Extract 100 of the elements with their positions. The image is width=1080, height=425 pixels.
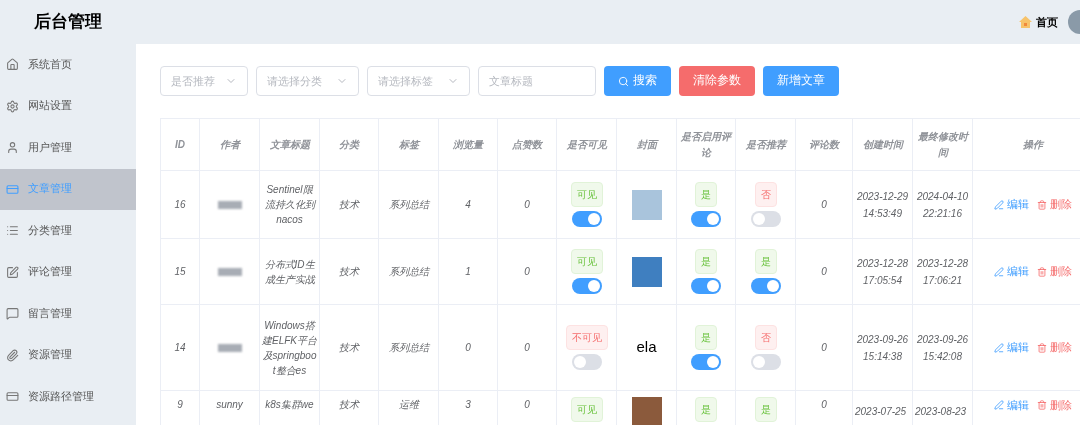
delete-link[interactable]: 删除 — [1036, 263, 1072, 280]
sidebar-item[interactable]: 用户管理 — [0, 127, 136, 169]
column-header: 封面 — [636, 137, 657, 152]
delete-link[interactable]: 删除 — [1036, 397, 1072, 414]
delete-link[interactable]: 删除 — [1036, 339, 1072, 356]
status-tag: 是 — [754, 397, 777, 422]
status-tag: 可见 — [570, 397, 603, 422]
settings-icon — [6, 99, 19, 113]
column-header: 文章标题 — [269, 137, 310, 152]
status-tag: 可见 — [570, 182, 603, 207]
table-cell-text: 系列总结 — [388, 198, 429, 212]
date-text: 15:42:08 — [923, 349, 962, 364]
table-cell-text: 0 — [524, 198, 530, 212]
add-button[interactable]: 新增文章 — [763, 66, 839, 96]
toggle-switch[interactable] — [691, 211, 721, 227]
table-cell-text: 0 — [465, 341, 471, 355]
home-link[interactable]: 首页 — [1036, 13, 1058, 31]
article-title: Windows搭建ELFK平台及springboot整合es — [262, 318, 317, 378]
column-header: 评论数 — [809, 137, 839, 152]
toggle-switch[interactable] — [750, 211, 781, 227]
blurred-author-placeholder — [217, 343, 242, 352]
toggle-switch[interactable] — [571, 211, 602, 227]
delete-link[interactable]: 删除 — [1036, 196, 1072, 213]
app-title: 后台管理 — [33, 11, 103, 34]
card-icon — [6, 182, 19, 196]
cover-logo: ela — [636, 337, 657, 358]
table-cell-text: 1 — [465, 265, 471, 279]
table-cell-text: 0 — [524, 398, 530, 412]
toggle-switch[interactable] — [750, 278, 781, 294]
sidebar-item[interactable]: 文章管理 — [0, 168, 136, 210]
article-title: 分布式ID生成生产实战 — [263, 257, 317, 287]
status-tag: 不可见 — [565, 325, 608, 350]
select-field[interactable]: 请选择分类 — [256, 66, 359, 96]
column-header: 最终修改时间 — [916, 129, 970, 160]
column-header: 是否推荐 — [745, 137, 786, 152]
column-header: 操作 — [1022, 137, 1043, 152]
table-cell-text: 0 — [524, 341, 530, 355]
table-cell-text: 运维 — [398, 398, 419, 412]
column-header: 标签 — [398, 137, 419, 152]
home-icon — [6, 58, 19, 72]
paperclip-icon — [6, 348, 19, 362]
edit-icon — [6, 265, 19, 279]
sidebar-item[interactable]: 留言管理 — [0, 293, 136, 335]
sidebar-item[interactable]: 网站设置 — [0, 85, 136, 127]
edit-link[interactable]: 编辑 — [993, 196, 1029, 213]
search-icon — [618, 75, 629, 87]
table-cell-text: 16 — [174, 198, 186, 212]
date-text: 14:53:49 — [863, 206, 902, 221]
search-field[interactable]: 文章标题 — [478, 66, 596, 96]
sidebar-item[interactable]: 资源管理 — [0, 334, 136, 376]
blurred-author-placeholder — [217, 267, 242, 276]
trash-icon — [1036, 199, 1047, 210]
article-title: k8s集群we — [265, 398, 314, 412]
user-icon — [6, 141, 19, 155]
edit-link[interactable]: 编辑 — [993, 339, 1029, 356]
table-cell-text: 3 — [465, 398, 471, 412]
table-cell-text: 技术 — [339, 341, 359, 355]
column-header: 分类 — [339, 137, 359, 152]
table-cell-text: 9 — [177, 398, 183, 412]
status-tag: 是 — [695, 249, 717, 274]
sidebar-item[interactable]: 系统首页 — [0, 44, 136, 86]
status-tag: 可见 — [570, 249, 603, 274]
table-cell-text: 0 — [821, 341, 827, 355]
edit-link[interactable]: 编辑 — [993, 263, 1029, 280]
date-text: 2023-09-26 — [856, 332, 909, 347]
toggle-switch[interactable] — [571, 278, 602, 294]
date-text: 2024-04-10 — [916, 189, 969, 204]
table-cell-text: 系列总结 — [388, 265, 429, 279]
trash-icon — [1036, 266, 1047, 277]
toggle-switch[interactable] — [750, 354, 781, 370]
search-button[interactable]: 搜索 — [604, 66, 671, 96]
select-field[interactable]: 请选择标签 — [367, 66, 470, 96]
toggle-switch[interactable] — [691, 278, 721, 294]
trash-icon — [1036, 342, 1047, 353]
select-field[interactable]: 是否推荐 — [160, 66, 248, 96]
toggle-switch[interactable] — [691, 354, 721, 370]
status-tag: 是 — [695, 397, 717, 422]
column-header: 创建时间 — [862, 137, 903, 152]
sidebar-item[interactable]: 评论管理 — [0, 251, 136, 293]
edit-link[interactable]: 编辑 — [993, 397, 1029, 414]
table-cell-text: 技术 — [339, 198, 359, 212]
table-cell-text: 0 — [821, 398, 827, 412]
house-icon — [1019, 16, 1032, 28]
table-cell-text: 0 — [524, 265, 530, 279]
status-tag: 是 — [754, 249, 777, 274]
trash-icon — [1036, 400, 1047, 411]
date-text: 2023-09-26 — [916, 332, 969, 347]
card-icon — [6, 390, 19, 404]
sidebar-item[interactable]: 分类管理 — [0, 210, 136, 252]
clear-button[interactable]: 清除参数 — [679, 66, 755, 96]
column-header: 点赞数 — [512, 137, 542, 152]
column-header: 是否可见 — [566, 137, 607, 152]
sidebar-item[interactable]: 资源路径管理 — [0, 376, 136, 418]
pencil-icon — [993, 342, 1004, 353]
article-title: Sentinel限流持久化到nacos — [263, 183, 317, 227]
toggle-switch[interactable] — [571, 354, 602, 370]
date-text: 2023-12-28 — [856, 256, 909, 271]
status-tag: 否 — [754, 182, 777, 207]
table-cell-text: 技术 — [339, 398, 359, 412]
cover-photo-placeholder — [631, 256, 662, 287]
